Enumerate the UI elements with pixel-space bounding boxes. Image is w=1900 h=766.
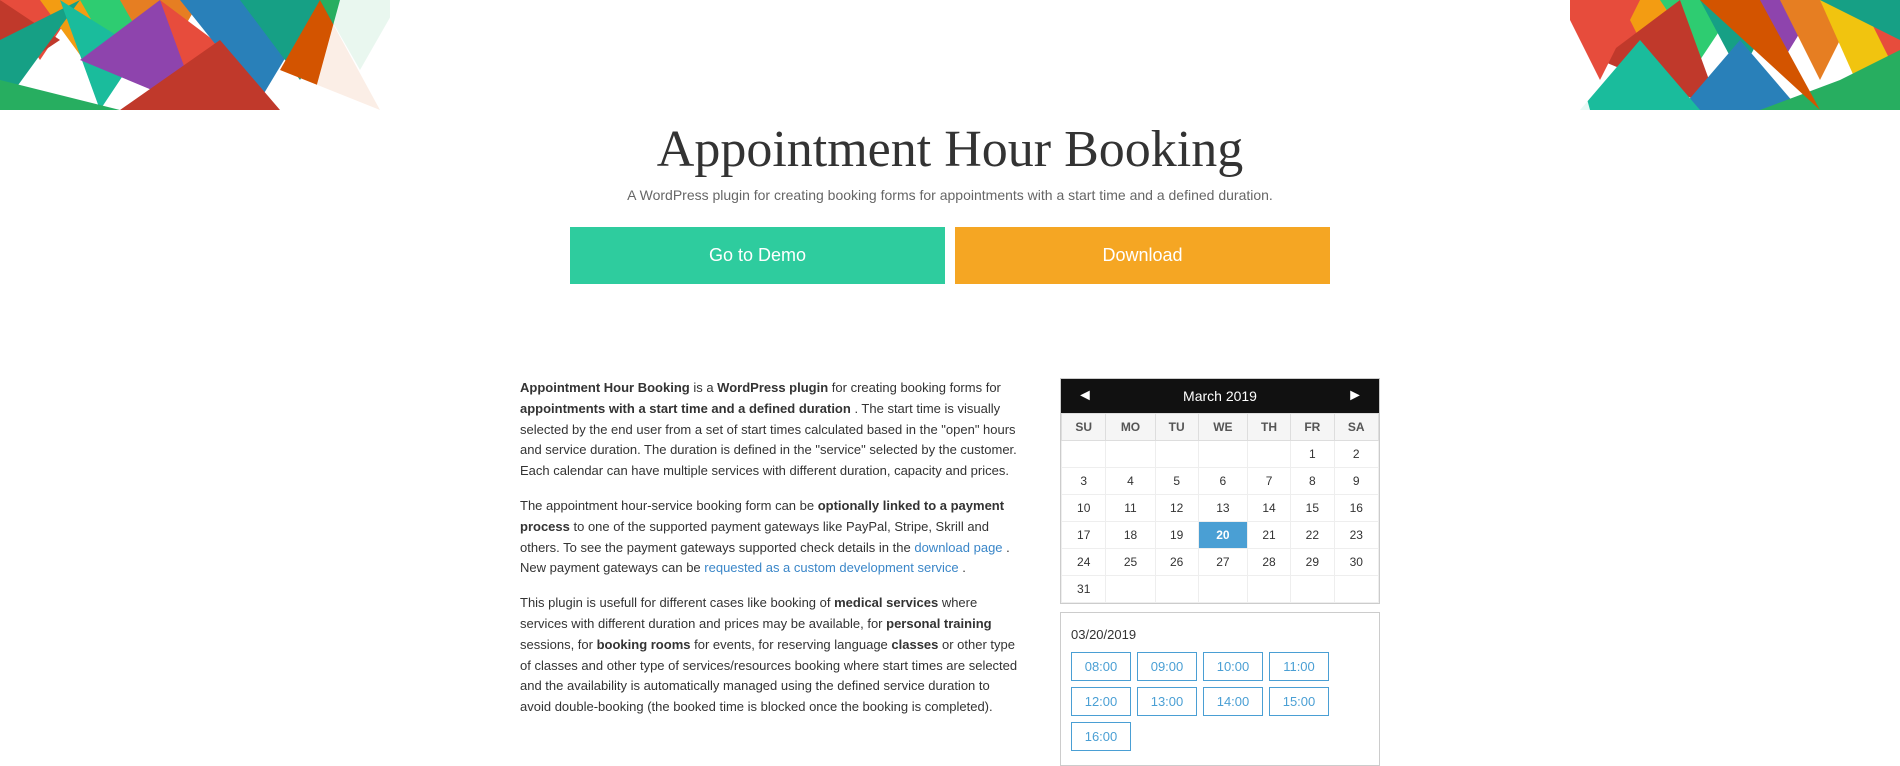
calendar-day [1198, 441, 1247, 468]
plugin-name: Appointment Hour Booking [520, 380, 690, 395]
calendar-week-1: 3456789 [1062, 468, 1379, 495]
calendar-week-2: 10111213141516 [1062, 495, 1379, 522]
day-header-su: SU [1062, 414, 1106, 441]
timeslot-button[interactable]: 09:00 [1137, 652, 1197, 681]
page-subtitle: A WordPress plugin for creating booking … [520, 187, 1380, 203]
calendar-day[interactable]: 9 [1334, 468, 1379, 495]
calendar-day[interactable]: 29 [1291, 549, 1334, 576]
calendar-day [1291, 576, 1334, 603]
calendar-day [1106, 441, 1155, 468]
calendar-day [1106, 576, 1155, 603]
calendar-day[interactable]: 5 [1155, 468, 1198, 495]
demo-button[interactable]: Go to Demo [570, 227, 945, 284]
calendar-day[interactable]: 3 [1062, 468, 1106, 495]
calendar-day [1334, 576, 1379, 603]
cal-prev-button[interactable]: ◄ [1073, 387, 1097, 405]
calendar-day [1198, 576, 1247, 603]
timeslot-button[interactable]: 11:00 [1269, 652, 1329, 681]
calendar-day[interactable]: 6 [1198, 468, 1247, 495]
calendar-day[interactable]: 23 [1334, 522, 1379, 549]
calendar-day[interactable]: 26 [1155, 549, 1198, 576]
download-page-link[interactable]: download page [914, 540, 1002, 555]
wp-plugin-label: WordPress plugin [717, 380, 828, 395]
paragraph-1: Appointment Hour Booking is a WordPress … [520, 378, 1020, 482]
timeslot-box: 03/20/2019 08:0009:0010:0011:00 12:0013:0… [1060, 612, 1380, 766]
custom-dev-link[interactable]: requested as a custom development servic… [704, 560, 958, 575]
calendar-day[interactable]: 2 [1334, 441, 1379, 468]
timeslot-button[interactable]: 08:00 [1071, 652, 1131, 681]
calendar-week-4: 24252627282930 [1062, 549, 1379, 576]
calendar-day[interactable]: 18 [1106, 522, 1155, 549]
calendar-day [1155, 576, 1198, 603]
calendar-widget: ◄ March 2019 ► SU MO TU WE TH FR SA [1060, 378, 1380, 766]
timeslot-button[interactable]: 13:00 [1137, 687, 1197, 716]
description-column: Appointment Hour Booking is a WordPress … [520, 378, 1020, 766]
calendar-day[interactable]: 30 [1334, 549, 1379, 576]
calendar-day[interactable]: 25 [1106, 549, 1155, 576]
content-section: Appointment Hour Booking is a WordPress … [500, 378, 1400, 766]
day-header-tu: TU [1155, 414, 1198, 441]
calendar-day[interactable]: 19 [1155, 522, 1198, 549]
calendar-day[interactable]: 20 [1198, 522, 1247, 549]
calendar-day[interactable]: 10 [1062, 495, 1106, 522]
timeslot-button[interactable]: 15:00 [1269, 687, 1329, 716]
calendar-day[interactable]: 28 [1247, 549, 1290, 576]
calendar-day[interactable]: 31 [1062, 576, 1106, 603]
calendar-day [1155, 441, 1198, 468]
day-header-sa: SA [1334, 414, 1379, 441]
calendar-title: March 2019 [1183, 388, 1257, 404]
calendar-week-0: 12 [1062, 441, 1379, 468]
calendar-day[interactable]: 22 [1291, 522, 1334, 549]
calendar-day [1062, 441, 1106, 468]
calendar-day[interactable]: 12 [1155, 495, 1198, 522]
calendar-day[interactable]: 8 [1291, 468, 1334, 495]
timeslot-grid: 08:0009:0010:0011:00 12:0013:0014:0015:00… [1071, 652, 1369, 751]
calendar-day[interactable]: 17 [1062, 522, 1106, 549]
calendar-grid: SU MO TU WE TH FR SA 1234567891011121314… [1061, 413, 1379, 603]
medical-label: medical services [834, 595, 938, 610]
calendar-day[interactable]: 7 [1247, 468, 1290, 495]
classes-label: classes [891, 637, 938, 652]
calendar-header: ◄ March 2019 ► [1061, 379, 1379, 413]
calendar-day[interactable]: 1 [1291, 441, 1334, 468]
feature-label: appointments with a start time and a def… [520, 401, 851, 416]
calendar-week-5: 31 [1062, 576, 1379, 603]
rooms-label: booking rooms [597, 637, 691, 652]
day-header-fr: FR [1291, 414, 1334, 441]
calendar-day[interactable]: 24 [1062, 549, 1106, 576]
calendar-day[interactable]: 15 [1291, 495, 1334, 522]
calendar-week-3: 17181920212223 [1062, 522, 1379, 549]
paragraph-3: This plugin is usefull for different cas… [520, 593, 1020, 718]
header-geometric [0, 0, 1900, 110]
calendar-day[interactable]: 14 [1247, 495, 1290, 522]
day-header-mo: MO [1106, 414, 1155, 441]
calendar-day[interactable]: 13 [1198, 495, 1247, 522]
calendar-day[interactable]: 4 [1106, 468, 1155, 495]
download-button[interactable]: Download [955, 227, 1330, 284]
calendar-day[interactable]: 21 [1247, 522, 1290, 549]
calendar-day[interactable]: 11 [1106, 495, 1155, 522]
calendar-container: ◄ March 2019 ► SU MO TU WE TH FR SA [1060, 378, 1380, 604]
paragraph-2: The appointment hour-service booking for… [520, 496, 1020, 579]
day-header-th: TH [1247, 414, 1290, 441]
calendar-day-headers: SU MO TU WE TH FR SA [1062, 414, 1379, 441]
timeslot-date: 03/20/2019 [1071, 627, 1369, 642]
timeslot-button[interactable]: 10:00 [1203, 652, 1263, 681]
calendar-day [1247, 576, 1290, 603]
cal-next-button[interactable]: ► [1343, 387, 1367, 405]
calendar-day[interactable]: 16 [1334, 495, 1379, 522]
day-header-we: WE [1198, 414, 1247, 441]
calendar-day[interactable]: 27 [1198, 549, 1247, 576]
timeslot-button[interactable]: 16:00 [1071, 722, 1131, 751]
timeslot-button[interactable]: 12:00 [1071, 687, 1131, 716]
cta-buttons: Go to Demo Download [570, 227, 1330, 284]
training-label: personal training [886, 616, 991, 631]
timeslot-button[interactable]: 14:00 [1203, 687, 1263, 716]
page-title: Appointment Hour Booking [520, 120, 1380, 179]
calendar-day [1247, 441, 1290, 468]
